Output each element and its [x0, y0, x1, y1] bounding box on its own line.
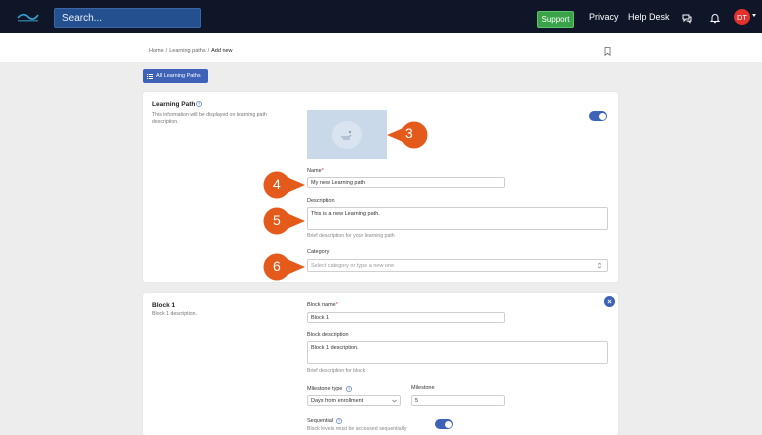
name-label: Name* [307, 168, 324, 174]
block-description-textarea[interactable]: Block 1 description. [307, 341, 608, 364]
description-textarea[interactable]: This is a new Learning path. [307, 207, 608, 230]
block-description-label: Block description [307, 332, 349, 338]
sequential-hint: Block levels must be accessed sequential… [307, 426, 407, 432]
all-learning-paths-button[interactable]: All Learning Paths [143, 69, 208, 83]
description-hint: Brief description for your learning path [307, 233, 395, 239]
description-label: Description [307, 198, 335, 204]
callout-marker-4 [263, 171, 305, 199]
block-description-hint: Brief description for block [307, 368, 366, 374]
breadcrumb-current: Add new [211, 48, 233, 54]
name-input[interactable]: My new Learning path [307, 177, 505, 188]
support-button[interactable]: Support [537, 11, 574, 28]
bookmark-icon[interactable] [604, 47, 611, 56]
milestone-type-label: Milestone type [307, 386, 343, 392]
sequential-label: Sequential [307, 418, 333, 424]
callout-number-5: 5 [273, 212, 281, 228]
breadcrumb-separator: / [165, 48, 168, 54]
category-select[interactable]: Select category or type a new one [307, 259, 608, 272]
chat-icon[interactable] [681, 12, 693, 24]
help-icon[interactable]: ? [346, 386, 352, 392]
help-icon[interactable]: ? [336, 418, 342, 424]
breadcrumb: Home / Learning paths / Add new [149, 48, 233, 54]
help-desk-link[interactable]: Help Desk [628, 12, 670, 22]
callout-number-4: 4 [273, 176, 281, 192]
user-avatar[interactable]: DT [734, 9, 750, 25]
callout-number-6: 6 [273, 258, 281, 274]
breadcrumb-home[interactable]: Home [149, 48, 164, 54]
all-learning-paths-label: All Learning Paths [156, 73, 201, 79]
learning-path-title: Learning Path [152, 101, 196, 108]
block-description: Block 1 description. [152, 311, 197, 317]
privacy-link[interactable]: Privacy [589, 12, 619, 22]
select-arrows-icon [597, 262, 602, 269]
block-title: Block 1 [152, 302, 176, 309]
milestone-label: Milestone [411, 385, 435, 391]
bell-icon[interactable] [709, 12, 721, 24]
chevron-down-icon [392, 399, 397, 403]
close-icon [607, 299, 612, 304]
breadcrumb-separator: / [207, 48, 210, 54]
milestone-type-select[interactable]: Days from enrollment [307, 395, 401, 406]
callout-marker-6 [263, 253, 305, 281]
block-name-label: Block name* [307, 302, 338, 308]
brand-logo-icon[interactable] [14, 10, 42, 24]
remove-block-button[interactable] [604, 296, 615, 307]
image-placeholder-icon [341, 130, 352, 140]
list-icon [147, 73, 153, 79]
help-icon[interactable]: ? [196, 101, 202, 107]
block-name-input[interactable]: Block 1 [307, 312, 505, 323]
learning-path-description: This information will be displayed on le… [152, 112, 267, 125]
top-navigation-bar: Search... Support Privacy Help Desk DT [0, 0, 762, 33]
category-label: Category [307, 249, 330, 255]
milestone-input[interactable]: 5 [411, 395, 505, 406]
learning-path-toggle[interactable] [589, 111, 607, 121]
search-input[interactable]: Search... [54, 8, 201, 28]
callout-number-3: 3 [405, 125, 413, 141]
sequential-toggle[interactable] [435, 419, 453, 429]
breadcrumb-learning-paths[interactable]: Learning paths [169, 48, 205, 54]
callout-marker-5 [263, 207, 305, 235]
chevron-down-icon[interactable] [752, 14, 756, 17]
